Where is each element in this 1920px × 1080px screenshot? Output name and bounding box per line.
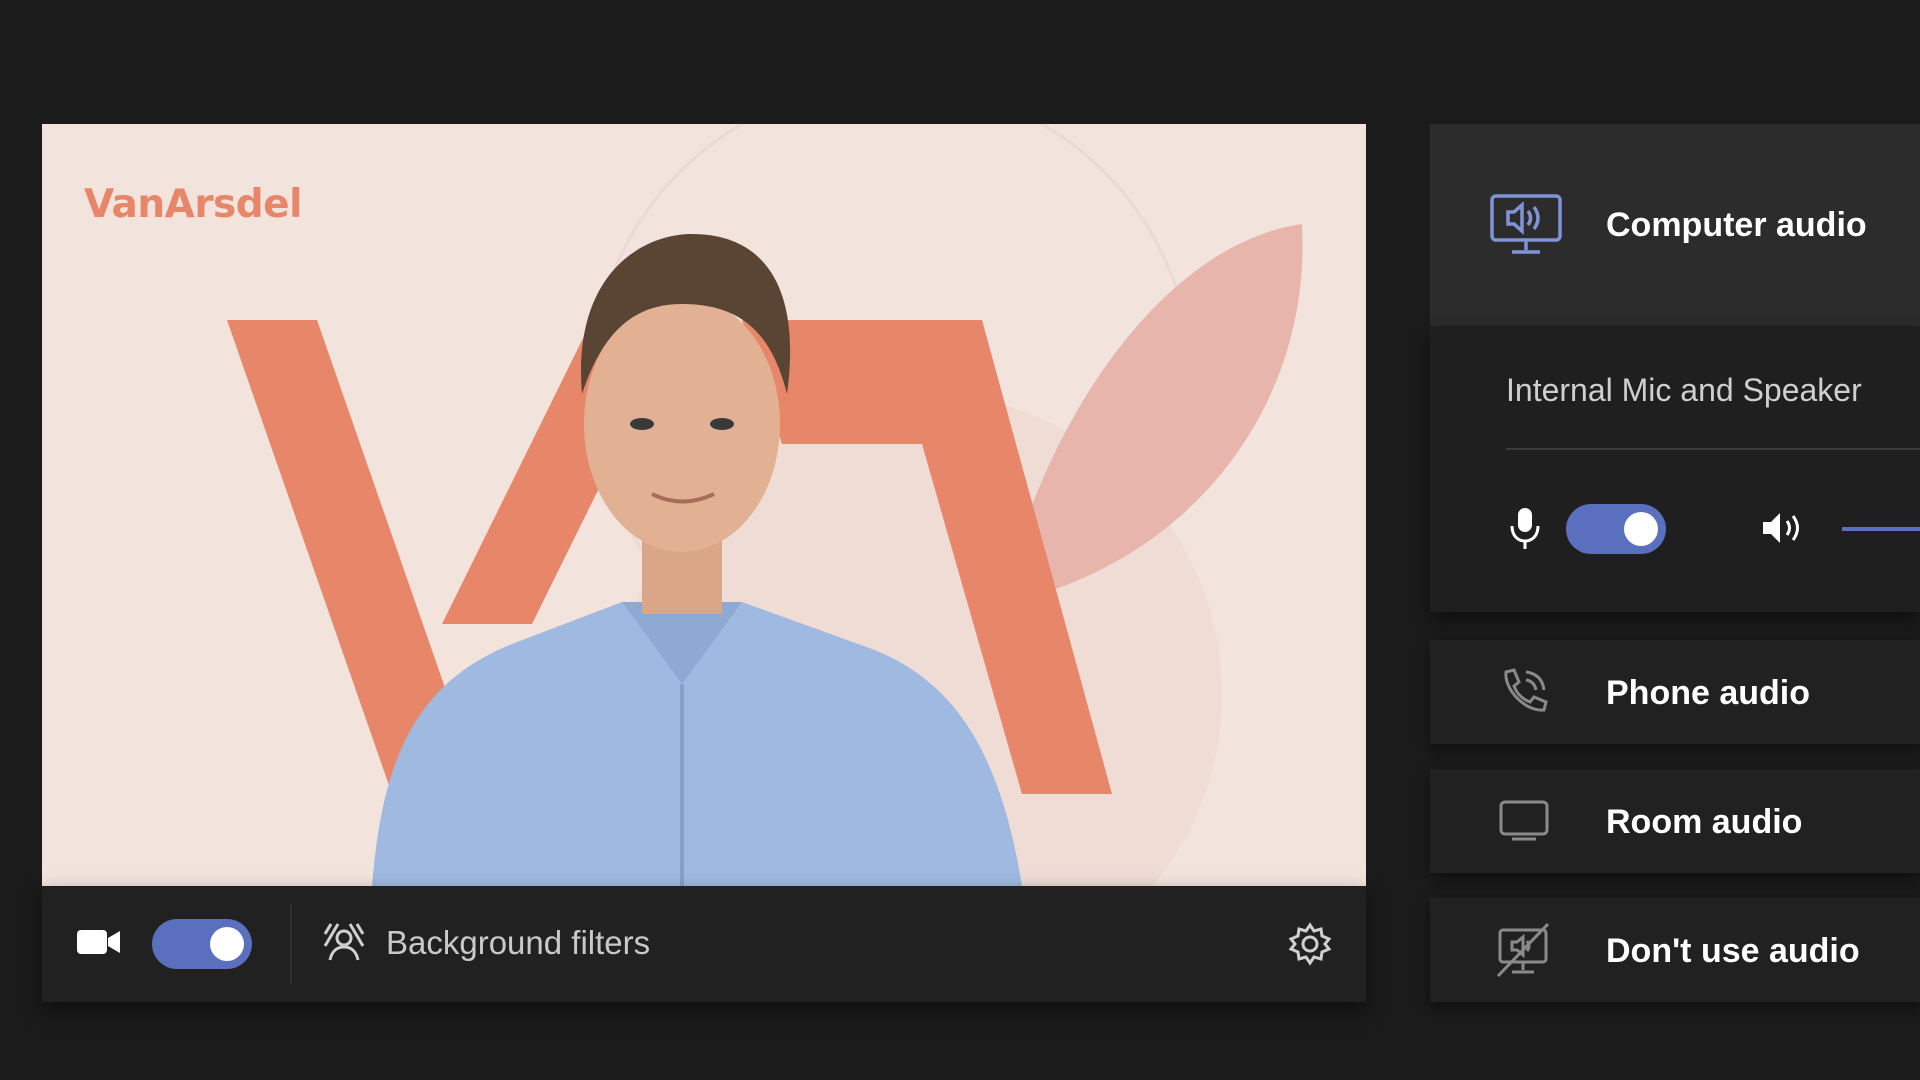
camera-toggle-knob bbox=[210, 927, 244, 961]
phone-audio-label: Phone audio bbox=[1606, 674, 1810, 712]
camera-icon bbox=[77, 924, 121, 965]
camera-toggle[interactable] bbox=[152, 919, 252, 969]
microphone-toggle-knob bbox=[1624, 512, 1658, 546]
computer-audio-option[interactable]: Computer audio bbox=[1430, 124, 1920, 326]
background-filters-icon bbox=[322, 920, 366, 967]
phone-audio-option[interactable]: Phone audio bbox=[1430, 640, 1920, 744]
device-divider bbox=[1506, 448, 1920, 450]
no-audio-icon bbox=[1494, 922, 1552, 983]
brand-logo: VanArsdel bbox=[84, 182, 303, 227]
room-audio-label: Room audio bbox=[1606, 803, 1803, 841]
no-audio-option[interactable]: Don't use audio bbox=[1430, 898, 1920, 1002]
computer-speaker-icon bbox=[1490, 194, 1562, 261]
room-device-icon bbox=[1498, 799, 1550, 848]
background-filters-label: Background filters bbox=[386, 924, 651, 961]
computer-audio-label: Computer audio bbox=[1606, 206, 1867, 244]
no-audio-label: Don't use audio bbox=[1606, 932, 1860, 970]
background-image bbox=[42, 124, 1366, 886]
controls-divider bbox=[290, 904, 292, 984]
video-preview: VanArsdel bbox=[42, 124, 1366, 886]
audio-device-name[interactable]: Internal Mic and Speaker bbox=[1506, 372, 1862, 409]
background-filters-button[interactable]: Background filters bbox=[322, 916, 722, 972]
microphone-toggle[interactable] bbox=[1566, 504, 1666, 554]
phone-icon bbox=[1498, 666, 1550, 723]
computer-audio-settings bbox=[1430, 326, 1920, 612]
preview-controls: Background filters bbox=[42, 886, 1366, 1002]
speaker-volume-slider[interactable] bbox=[1842, 527, 1920, 531]
microphone-icon bbox=[1508, 506, 1542, 557]
settings-gear-icon[interactable] bbox=[1288, 922, 1332, 971]
speaker-volume-icon bbox=[1760, 508, 1806, 553]
room-audio-option[interactable]: Room audio bbox=[1430, 769, 1920, 873]
